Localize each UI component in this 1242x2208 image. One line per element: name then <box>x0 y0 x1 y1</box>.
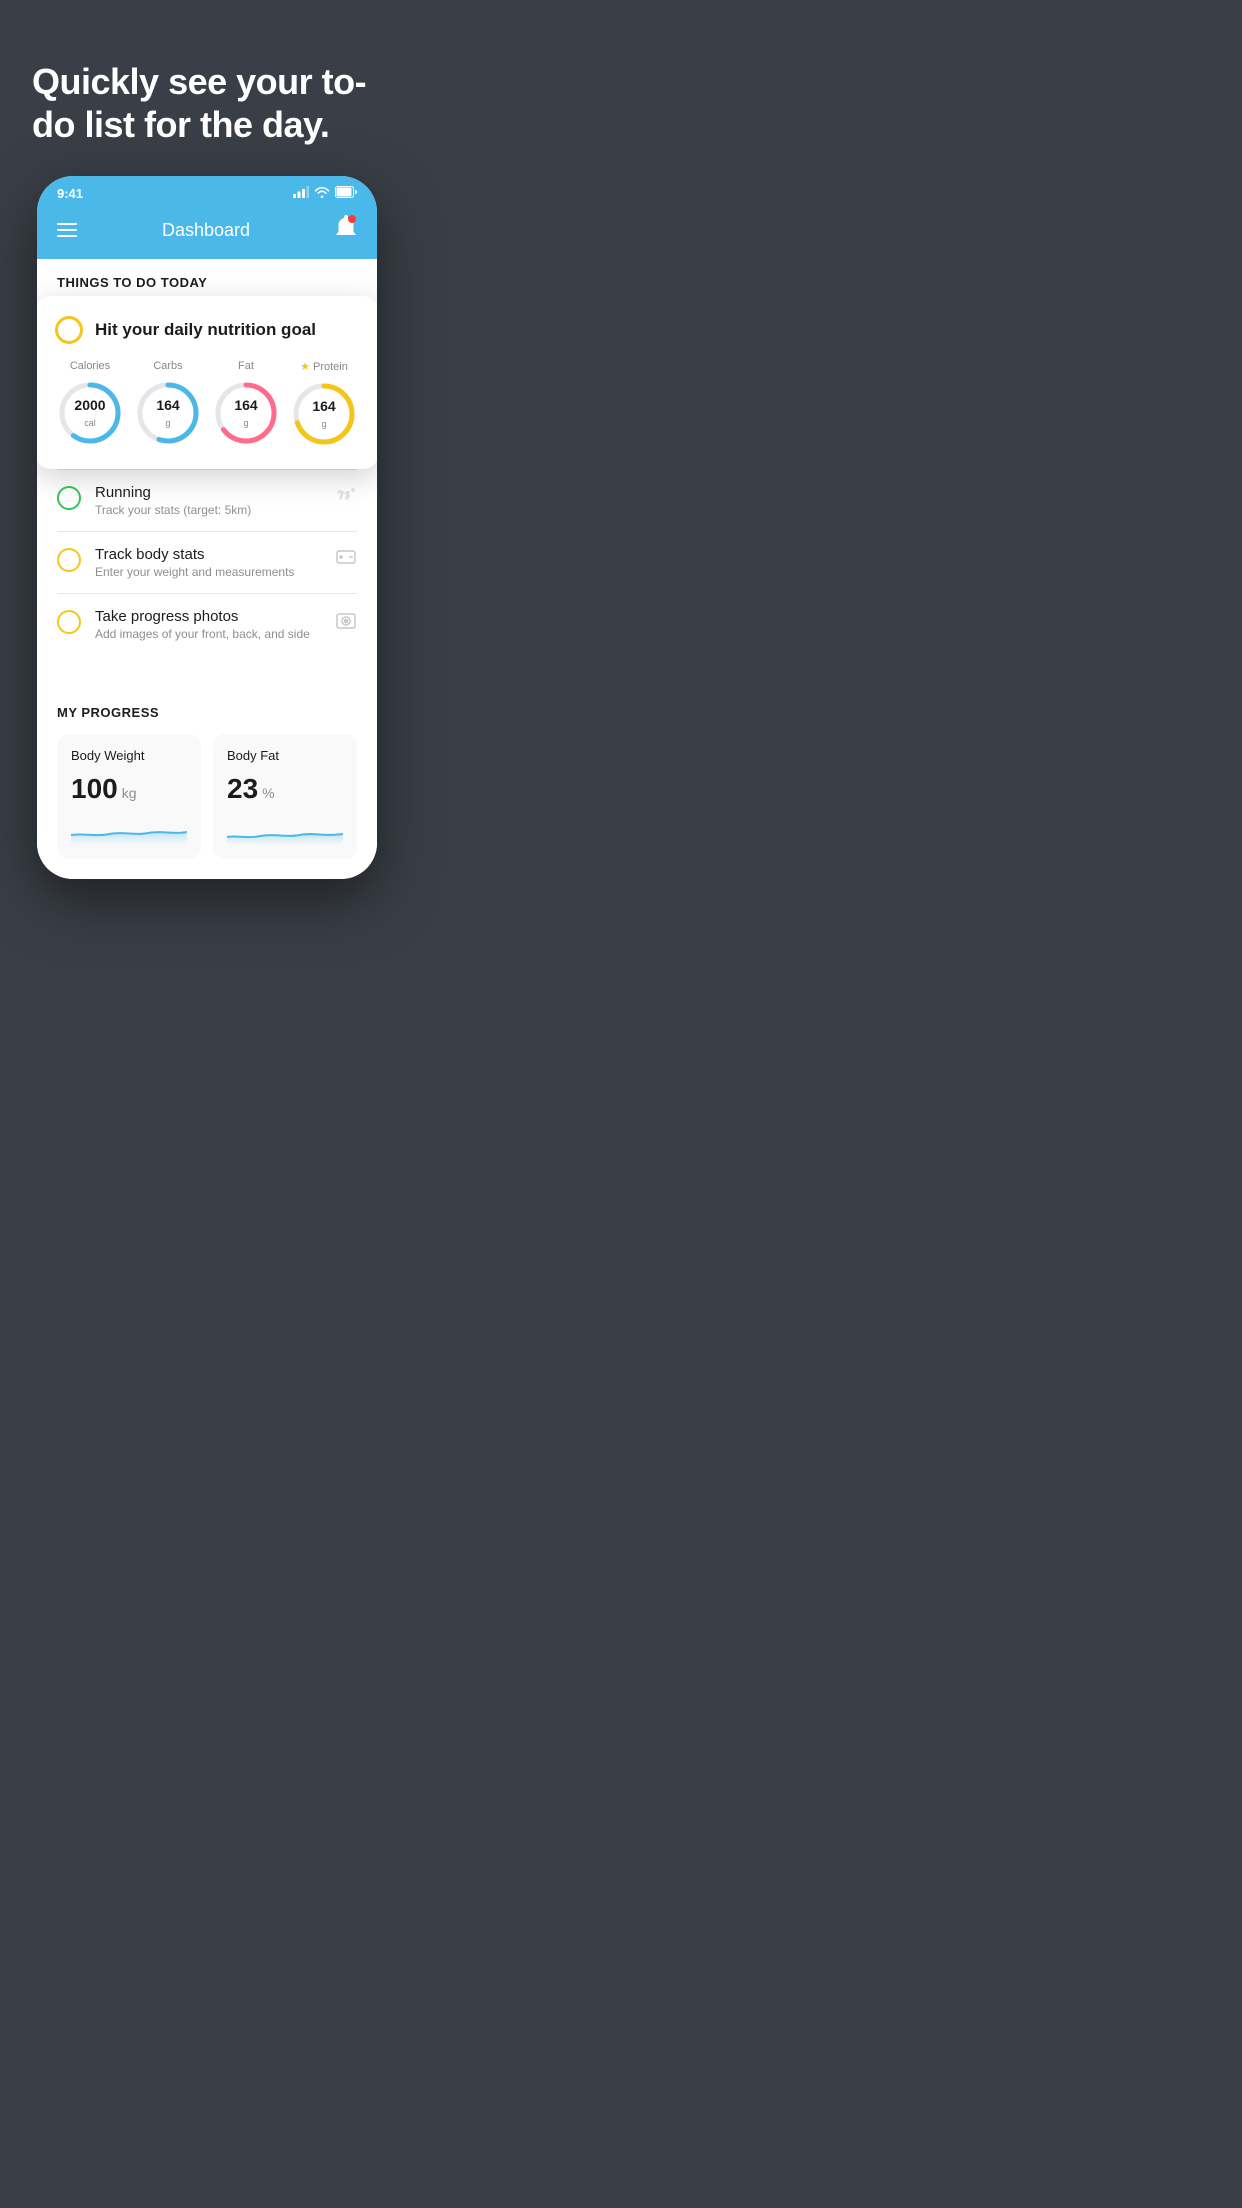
body-fat-number: 23 <box>227 773 258 805</box>
todo-item-photos[interactable]: Take progress photos Add images of your … <box>57 593 357 655</box>
body-fat-value: 23 % <box>227 773 343 805</box>
phone-content: THINGS TO DO TODAY Hit your daily nutrit… <box>37 259 377 879</box>
menu-icon[interactable] <box>57 223 77 237</box>
hero-title: Quickly see your to-do list for the day. <box>32 60 382 146</box>
body-fat-chart <box>227 815 343 845</box>
battery-icon <box>335 186 357 201</box>
todo-title-photos: Take progress photos <box>95 608 321 625</box>
nav-title: Dashboard <box>162 220 250 241</box>
fat-value: 164g <box>234 397 257 429</box>
todo-item-running[interactable]: Running Track your stats (target: 5km) <box>57 469 357 531</box>
nutrition-card-title: Hit your daily nutrition goal <box>95 320 316 340</box>
nutrition-fat: Fat 164g <box>211 360 281 449</box>
todo-list: Running Track your stats (target: 5km) <box>37 469 377 655</box>
todo-circle-photos[interactable] <box>57 610 81 634</box>
todo-title-running: Running <box>95 484 321 501</box>
nutrition-card: Hit your daily nutrition goal Calories <box>37 296 377 469</box>
body-fat-title: Body Fat <box>227 748 343 763</box>
running-icon <box>335 486 357 509</box>
body-weight-unit: kg <box>122 785 137 801</box>
bell-icon[interactable] <box>335 215 357 245</box>
calories-label: Calories <box>70 360 110 372</box>
nutrition-calories: Calories 2000cal <box>55 360 125 449</box>
things-to-do-header: THINGS TO DO TODAY <box>37 259 377 300</box>
todo-subtitle-running: Track your stats (target: 5km) <box>95 503 321 517</box>
body-weight-card[interactable]: Body Weight 100 kg <box>57 734 201 859</box>
carbs-donut: 164g <box>133 378 203 448</box>
todo-subtitle-body-stats: Enter your weight and measurements <box>95 565 321 579</box>
protein-value: 164g <box>312 398 335 430</box>
body-stats-icon <box>335 548 357 571</box>
protein-label: ★Protein <box>300 360 348 373</box>
star-icon: ★ <box>300 360 310 373</box>
nav-bar: Dashboard <box>37 207 377 259</box>
progress-header: MY PROGRESS <box>57 705 357 720</box>
hero-section: Quickly see your to-do list for the day. <box>0 0 414 176</box>
body-weight-value: 100 kg <box>71 773 187 805</box>
status-icons <box>293 186 357 201</box>
todo-text-body-stats: Track body stats Enter your weight and m… <box>95 546 321 579</box>
body-weight-number: 100 <box>71 773 118 805</box>
progress-section: MY PROGRESS Body Weight 100 kg <box>37 685 377 879</box>
todo-circle-body-stats[interactable] <box>57 548 81 572</box>
body-weight-title: Body Weight <box>71 748 187 763</box>
card-title-row: Hit your daily nutrition goal <box>55 316 359 344</box>
protein-donut: 164g <box>289 379 359 449</box>
todo-text-photos: Take progress photos Add images of your … <box>95 608 321 641</box>
fat-donut: 164g <box>211 378 281 448</box>
calories-donut: 2000cal <box>55 378 125 448</box>
fat-label: Fat <box>238 360 254 372</box>
body-fat-card[interactable]: Body Fat 23 % <box>213 734 357 859</box>
progress-cards: Body Weight 100 kg <box>57 734 357 859</box>
carbs-value: 164g <box>156 397 179 429</box>
nutrition-carbs: Carbs 164g <box>133 360 203 449</box>
body-weight-chart <box>71 815 187 845</box>
body-fat-unit: % <box>262 785 274 801</box>
todo-text-running: Running Track your stats (target: 5km) <box>95 484 321 517</box>
todo-subtitle-photos: Add images of your front, back, and side <box>95 627 321 641</box>
calories-value: 2000cal <box>74 397 105 429</box>
phone-container: 9:41 <box>0 176 414 879</box>
todo-item-body-stats[interactable]: Track body stats Enter your weight and m… <box>57 531 357 593</box>
todo-title-body-stats: Track body stats <box>95 546 321 563</box>
todo-circle-running[interactable] <box>57 486 81 510</box>
wifi-icon <box>314 186 330 201</box>
spacer <box>37 655 377 685</box>
bottom-spacer <box>0 879 414 919</box>
page-background: Quickly see your to-do list for the day.… <box>0 0 414 919</box>
status-bar: 9:41 <box>37 176 377 207</box>
nutrition-protein: ★Protein 164g <box>289 360 359 449</box>
signal-icon <box>293 186 309 201</box>
carbs-label: Carbs <box>153 360 182 372</box>
time: 9:41 <box>57 186 83 201</box>
phone-mockup: 9:41 <box>37 176 377 879</box>
nutrition-circles: Calories 2000cal <box>55 360 359 449</box>
todo-circle-nutrition[interactable] <box>55 316 83 344</box>
photos-icon <box>335 610 357 637</box>
